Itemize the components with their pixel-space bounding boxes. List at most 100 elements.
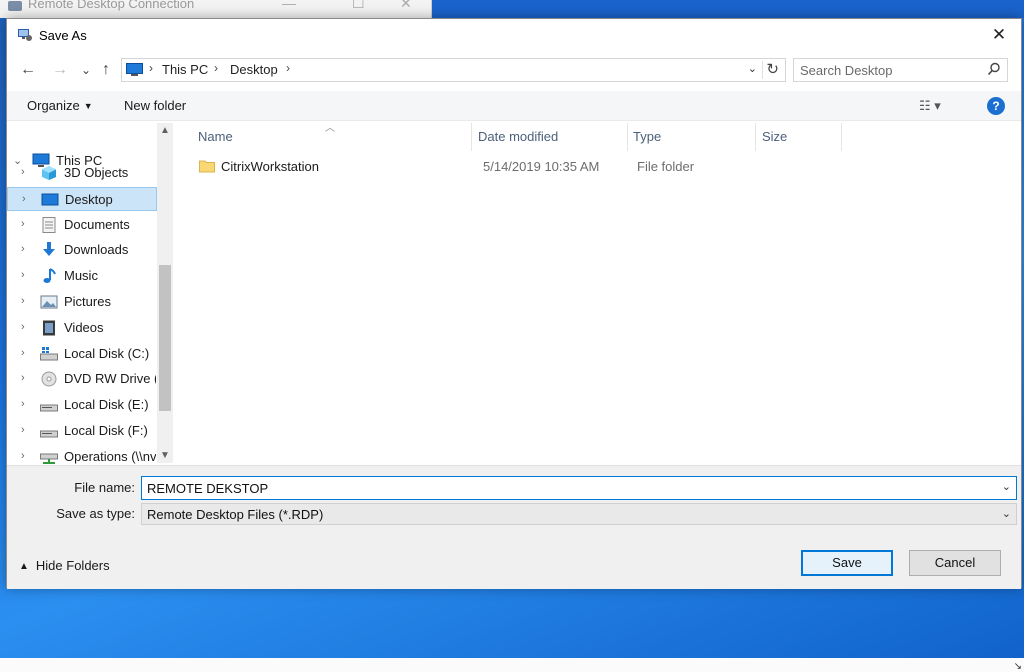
close-icon[interactable]: ✕: [400, 0, 412, 12]
scroll-down-icon[interactable]: ▼: [160, 450, 170, 461]
breadcrumb-separator[interactable]: ›: [214, 61, 218, 75]
chevron-right-icon[interactable]: ›: [21, 269, 25, 281]
tree-item-label: Local Disk (E:): [64, 397, 149, 413]
up-button[interactable]: ↑: [95, 59, 117, 81]
dialog-titlebar[interactable]: Save As ✕: [7, 19, 1021, 51]
cancel-button[interactable]: Cancel: [909, 550, 1001, 576]
hide-folders-label: Hide Folders: [35, 558, 110, 573]
tree-item-music[interactable]: › Music: [7, 264, 157, 288]
save-button[interactable]: Save: [801, 550, 893, 576]
file-name: CitrixWorkstation: [221, 159, 320, 174]
chevron-right-icon[interactable]: ›: [21, 347, 25, 359]
new-folder-button[interactable]: New folder: [124, 98, 186, 113]
search-icon[interactable]: [987, 62, 1001, 76]
chevron-right-icon[interactable]: ›: [21, 295, 25, 307]
minimize-icon[interactable]: —: [282, 0, 296, 11]
column-separator[interactable]: [627, 123, 628, 151]
tree-item-local-disk-e[interactable]: › Local Disk (E:): [7, 393, 157, 417]
file-row[interactable]: CitrixWorkstation 5/14/2019 10:35 AM Fil…: [191, 155, 971, 179]
tree-item-videos[interactable]: › Videos: [7, 316, 157, 340]
search-box[interactable]: [793, 58, 1008, 82]
address-divider: [762, 61, 763, 79]
organize-menu[interactable]: Organize ▼: [27, 98, 93, 113]
maximize-icon[interactable]: ☐: [352, 0, 365, 12]
column-header-size[interactable]: Size: [762, 129, 787, 151]
column-header-name[interactable]: Name: [198, 129, 233, 151]
tree-item-dvd-rw-drive-d[interactable]: › DVD RW Drive (D: [7, 367, 157, 391]
remote-desktop-window-titlebar[interactable]: Remote Desktop Connection — ☐ ✕: [0, 0, 432, 18]
tree-item-label: Local Disk (C:): [64, 345, 150, 361]
navigation-scrollbar[interactable]: ▲ ▼: [157, 123, 173, 463]
breadcrumb-separator[interactable]: ›: [286, 61, 290, 75]
chevron-right-icon[interactable]: ›: [21, 424, 25, 436]
search-input[interactable]: [800, 62, 980, 78]
tree-item-label: 3D Objects: [64, 165, 129, 180]
organize-label: Organize: [27, 98, 80, 113]
column-separator[interactable]: [755, 123, 756, 151]
tree-item-local-disk-c[interactable]: › Local Disk (C:): [7, 342, 157, 366]
chevron-right-icon[interactable]: ›: [21, 398, 25, 410]
chevron-right-icon[interactable]: ›: [21, 218, 25, 230]
file-type: File folder: [637, 159, 695, 174]
forward-button[interactable]: →: [49, 59, 71, 81]
breadcrumb-separator[interactable]: ›: [149, 61, 153, 75]
chevron-right-icon[interactable]: ›: [21, 243, 25, 255]
drive-icon: [40, 423, 58, 439]
breadcrumb-this-pc[interactable]: This PC: [162, 62, 208, 77]
file-name-input[interactable]: [147, 480, 987, 496]
tree-item-desktop[interactable]: › Desktop: [7, 186, 157, 211]
tree-item-label: Videos: [64, 319, 104, 335]
scroll-thumb[interactable]: [159, 265, 171, 411]
save-as-type-value: Remote Desktop Files (*.RDP): [147, 507, 324, 522]
hide-folders-button[interactable]: ▲ Hide Folders: [19, 558, 110, 573]
chevron-up-icon: ▲: [19, 561, 29, 572]
chevron-right-icon[interactable]: ›: [21, 321, 25, 333]
address-bar[interactable]: › This PC › Desktop › ⌄ ↻: [121, 58, 786, 82]
tree-item-3d-objects[interactable]: › 3D Objects: [7, 161, 157, 185]
scroll-up-icon[interactable]: ▲: [160, 125, 170, 136]
chevron-right-icon[interactable]: ›: [22, 193, 26, 205]
refresh-button[interactable]: ↻: [766, 60, 779, 78]
navigation-pane: ⌄ This PC › 3D Objects › Desktop › Documents › Do…: [7, 123, 173, 464]
remote-desktop-app-icon: [18, 29, 32, 41]
caret-down-icon: ▼: [83, 101, 93, 111]
tree-item-downloads[interactable]: › Downloads: [7, 238, 157, 262]
column-header-type[interactable]: Type: [633, 129, 661, 151]
file-date-modified: 5/14/2019 10:35 AM: [483, 159, 600, 174]
chevron-right-icon[interactable]: ›: [21, 372, 25, 384]
save-as-type-label: Save as type:: [56, 506, 135, 521]
save-as-type-dropdown-icon[interactable]: ⌄: [1002, 507, 1011, 520]
tree-item-pictures[interactable]: › Pictures: [7, 290, 157, 314]
tree-item-label: Local Disk (F:): [64, 423, 148, 438]
file-name-dropdown-icon[interactable]: ⌄: [1002, 480, 1011, 493]
save-options-panel: File name: ⌄ Save as type: Remote Deskto…: [7, 465, 1021, 589]
tree-item-label: Desktop: [65, 191, 113, 207]
address-dropdown-icon[interactable]: ⌄: [748, 62, 757, 75]
column-header-date-modified[interactable]: Date modified: [478, 129, 558, 151]
dialog-close-button[interactable]: ✕: [985, 23, 1013, 47]
tree-item-label: Operations (\\nv: [64, 448, 156, 464]
tree-item-documents[interactable]: › Documents: [7, 213, 157, 237]
command-bar: Organize ▼ New folder ☷ ▾ ?: [7, 91, 1021, 121]
file-name-field[interactable]: ⌄: [141, 476, 1017, 500]
desktop-bottom-strip: ↘: [0, 658, 1024, 672]
breadcrumb-desktop[interactable]: Desktop: [230, 62, 278, 77]
chevron-right-icon[interactable]: ›: [21, 166, 25, 178]
drive-icon: [40, 397, 58, 413]
save-as-type-select[interactable]: Remote Desktop Files (*.RDP) ⌄: [141, 503, 1017, 525]
back-button[interactable]: ←: [17, 59, 39, 81]
this-pc-icon: [126, 63, 143, 76]
column-separator[interactable]: [471, 123, 472, 151]
tree-item-label: Downloads: [64, 242, 129, 258]
tree-item-label: Music: [64, 268, 98, 284]
folder-icon: [199, 160, 215, 173]
file-list-pane: ︿ Name Date modified Type Size CitrixWor…: [175, 123, 1021, 463]
column-separator[interactable]: [841, 123, 842, 151]
chevron-right-icon[interactable]: ›: [21, 450, 25, 462]
tree-item-local-disk-f[interactable]: › Local Disk (F:): [7, 419, 157, 443]
change-view-button[interactable]: ☷ ▾: [919, 98, 941, 114]
help-icon[interactable]: ?: [987, 97, 1005, 115]
dvd-drive-icon: [40, 371, 58, 387]
recent-locations-button[interactable]: ⌄: [75, 59, 97, 81]
remote-desktop-window-title: Remote Desktop Connection: [28, 0, 195, 11]
